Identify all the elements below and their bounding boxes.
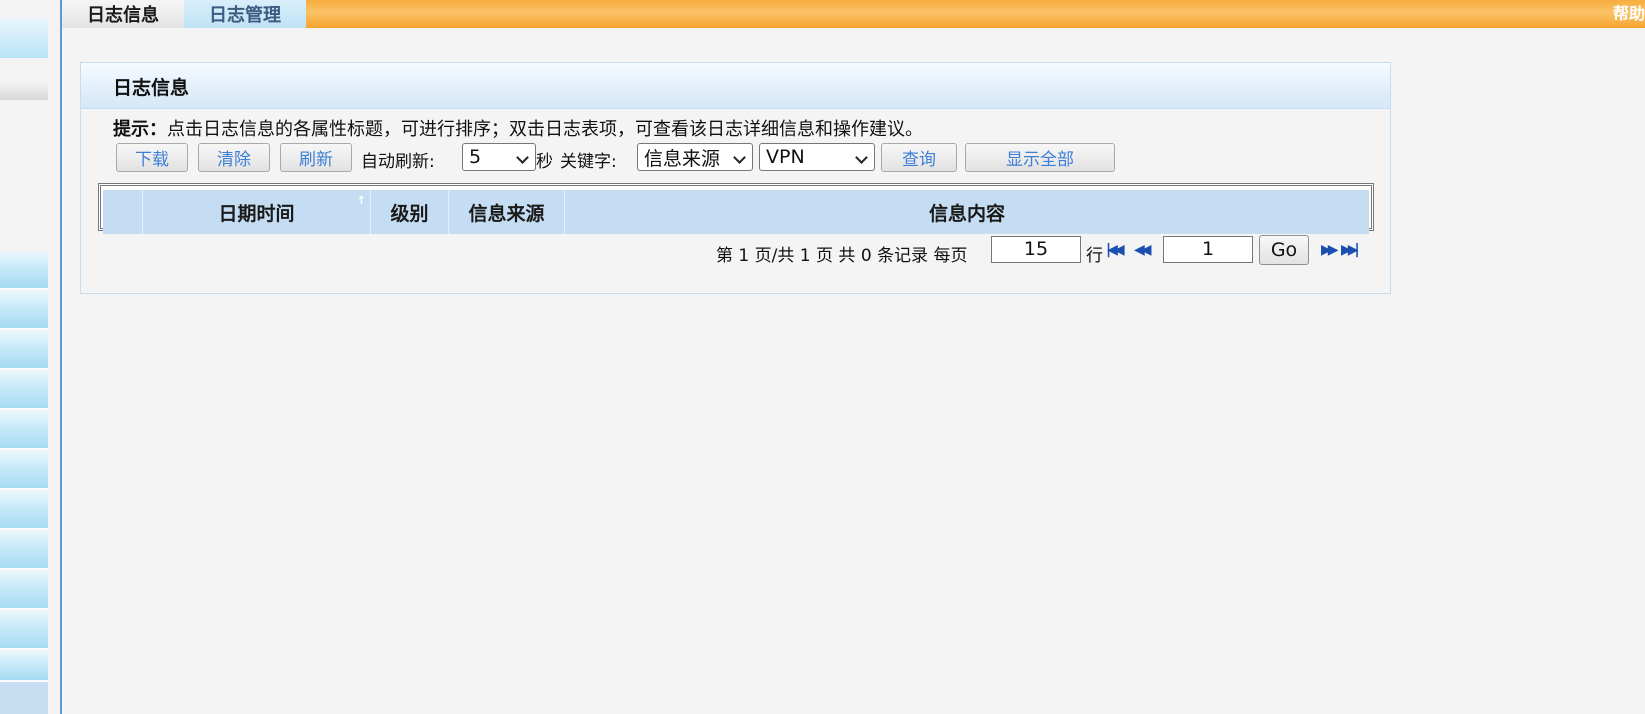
keyword-select-value: VPN: [766, 146, 805, 168]
first-page-icon[interactable]: |◀◀: [1106, 242, 1125, 258]
pager-total-records: 0: [860, 246, 872, 266]
column-header-source[interactable]: 信息来源: [449, 190, 565, 234]
table-header-row: 日期时间 ↑ 级别 信息来源 信息内容: [103, 190, 1369, 234]
sidebar-tab[interactable]: [0, 412, 48, 450]
pager-suffix: 页 共: [816, 246, 856, 266]
panel-header: 日志信息: [81, 63, 1390, 109]
pagination-bar: 第 1 页/共 1 页 共 0 条记录 每页 15 行 |◀◀ ◀◀ 1 Go …: [81, 235, 1390, 266]
refresh-button[interactable]: 刷新: [280, 143, 352, 172]
log-info-panel: 日志信息 提示：点击日志信息的各属性标题，可进行排序；双击日志表项，可查看该日志…: [80, 62, 1391, 294]
sidebar-tab[interactable]: [0, 292, 48, 330]
clear-button[interactable]: 清除: [198, 143, 270, 172]
next-page-icon[interactable]: ▶▶: [1321, 242, 1338, 258]
chevron-down-icon: [855, 151, 868, 164]
sidebar-tab[interactable]: [0, 652, 48, 682]
sort-up-icon: ↑: [356, 194, 366, 207]
field-select[interactable]: 信息来源: [637, 143, 753, 171]
pager-mid: 页/共: [754, 246, 795, 266]
tab-log-info[interactable]: 日志信息: [62, 0, 184, 28]
sidebar-tab[interactable]: [0, 492, 48, 530]
chevron-down-icon: [516, 151, 529, 164]
toolbar: 下载 清除 刷新 自动刷新: 5 秒 关键字: 信息来源 VPN 查询 显示全部: [116, 143, 1386, 173]
sidebar-divider: [0, 82, 48, 100]
field-select-value: 信息来源: [644, 147, 721, 170]
pager-current-page: 1: [738, 246, 750, 266]
rows-suffix-label: 行: [1086, 246, 1103, 266]
sidebar-tab[interactable]: [0, 612, 48, 650]
column-header-select[interactable]: [103, 190, 143, 234]
sidebar-tab[interactable]: [0, 372, 48, 410]
auto-refresh-label: 自动刷新:: [361, 152, 435, 172]
tab-log-manage[interactable]: 日志管理: [184, 0, 306, 28]
panel-title: 日志信息: [113, 77, 190, 99]
last-page-icon[interactable]: ▶▶|: [1341, 242, 1360, 258]
tip-prefix: 提示：: [113, 119, 167, 140]
top-tab-bar: 日志信息 日志管理 帮助: [62, 0, 1645, 28]
tab-log-manage-label: 日志管理: [209, 5, 281, 26]
pager-total-pages: 1: [799, 246, 811, 266]
log-table: 日期时间 ↑ 级别 信息来源 信息内容: [98, 183, 1374, 234]
seconds-label: 秒: [536, 152, 553, 172]
sidebar-tab[interactable]: [0, 332, 48, 370]
column-header-datetime-label: 日期时间: [218, 202, 295, 225]
auto-refresh-select[interactable]: 5: [462, 143, 536, 171]
auto-refresh-value: 5: [469, 146, 482, 168]
rows-per-page-input[interactable]: 15: [991, 236, 1081, 263]
help-link[interactable]: 帮助: [1613, 0, 1645, 28]
sidebar-tab[interactable]: [0, 532, 48, 570]
column-header-datetime[interactable]: 日期时间 ↑: [143, 190, 371, 234]
query-button[interactable]: 查询: [881, 143, 957, 172]
column-header-content[interactable]: 信息内容: [565, 190, 1369, 234]
sidebar-tab[interactable]: [0, 572, 48, 610]
pager-summary: 第 1 页/共 1 页 共 0 条记录 每页: [716, 241, 967, 266]
tip-text: 提示：点击日志信息的各属性标题，可进行排序；双击日志表项，可查看该日志详细信息和…: [113, 115, 923, 141]
prev-page-icon[interactable]: ◀◀: [1134, 242, 1151, 258]
keyword-select[interactable]: VPN: [759, 143, 875, 171]
tip-body: 点击日志信息的各属性标题，可进行排序；双击日志表项，可查看该日志详细信息和操作建…: [167, 119, 923, 140]
show-all-button[interactable]: 显示全部: [965, 143, 1115, 172]
column-header-level[interactable]: 级别: [371, 190, 449, 234]
sidebar-tab-bottom[interactable]: [0, 682, 48, 714]
chevron-down-icon: [733, 151, 746, 164]
go-button[interactable]: Go: [1259, 235, 1309, 265]
left-sidebar: [0, 0, 62, 714]
sidebar-tab-top[interactable]: [0, 18, 48, 58]
pager-prefix: 第: [716, 246, 733, 266]
tab-log-info-label: 日志信息: [87, 5, 159, 26]
download-button[interactable]: 下载: [116, 143, 188, 172]
sidebar-tab[interactable]: [0, 452, 48, 490]
keyword-label: 关键字:: [560, 152, 617, 172]
pager-records-suffix: 条记录 每页: [877, 246, 968, 266]
sidebar-tab[interactable]: [0, 252, 48, 290]
goto-page-input[interactable]: 1: [1163, 236, 1253, 263]
